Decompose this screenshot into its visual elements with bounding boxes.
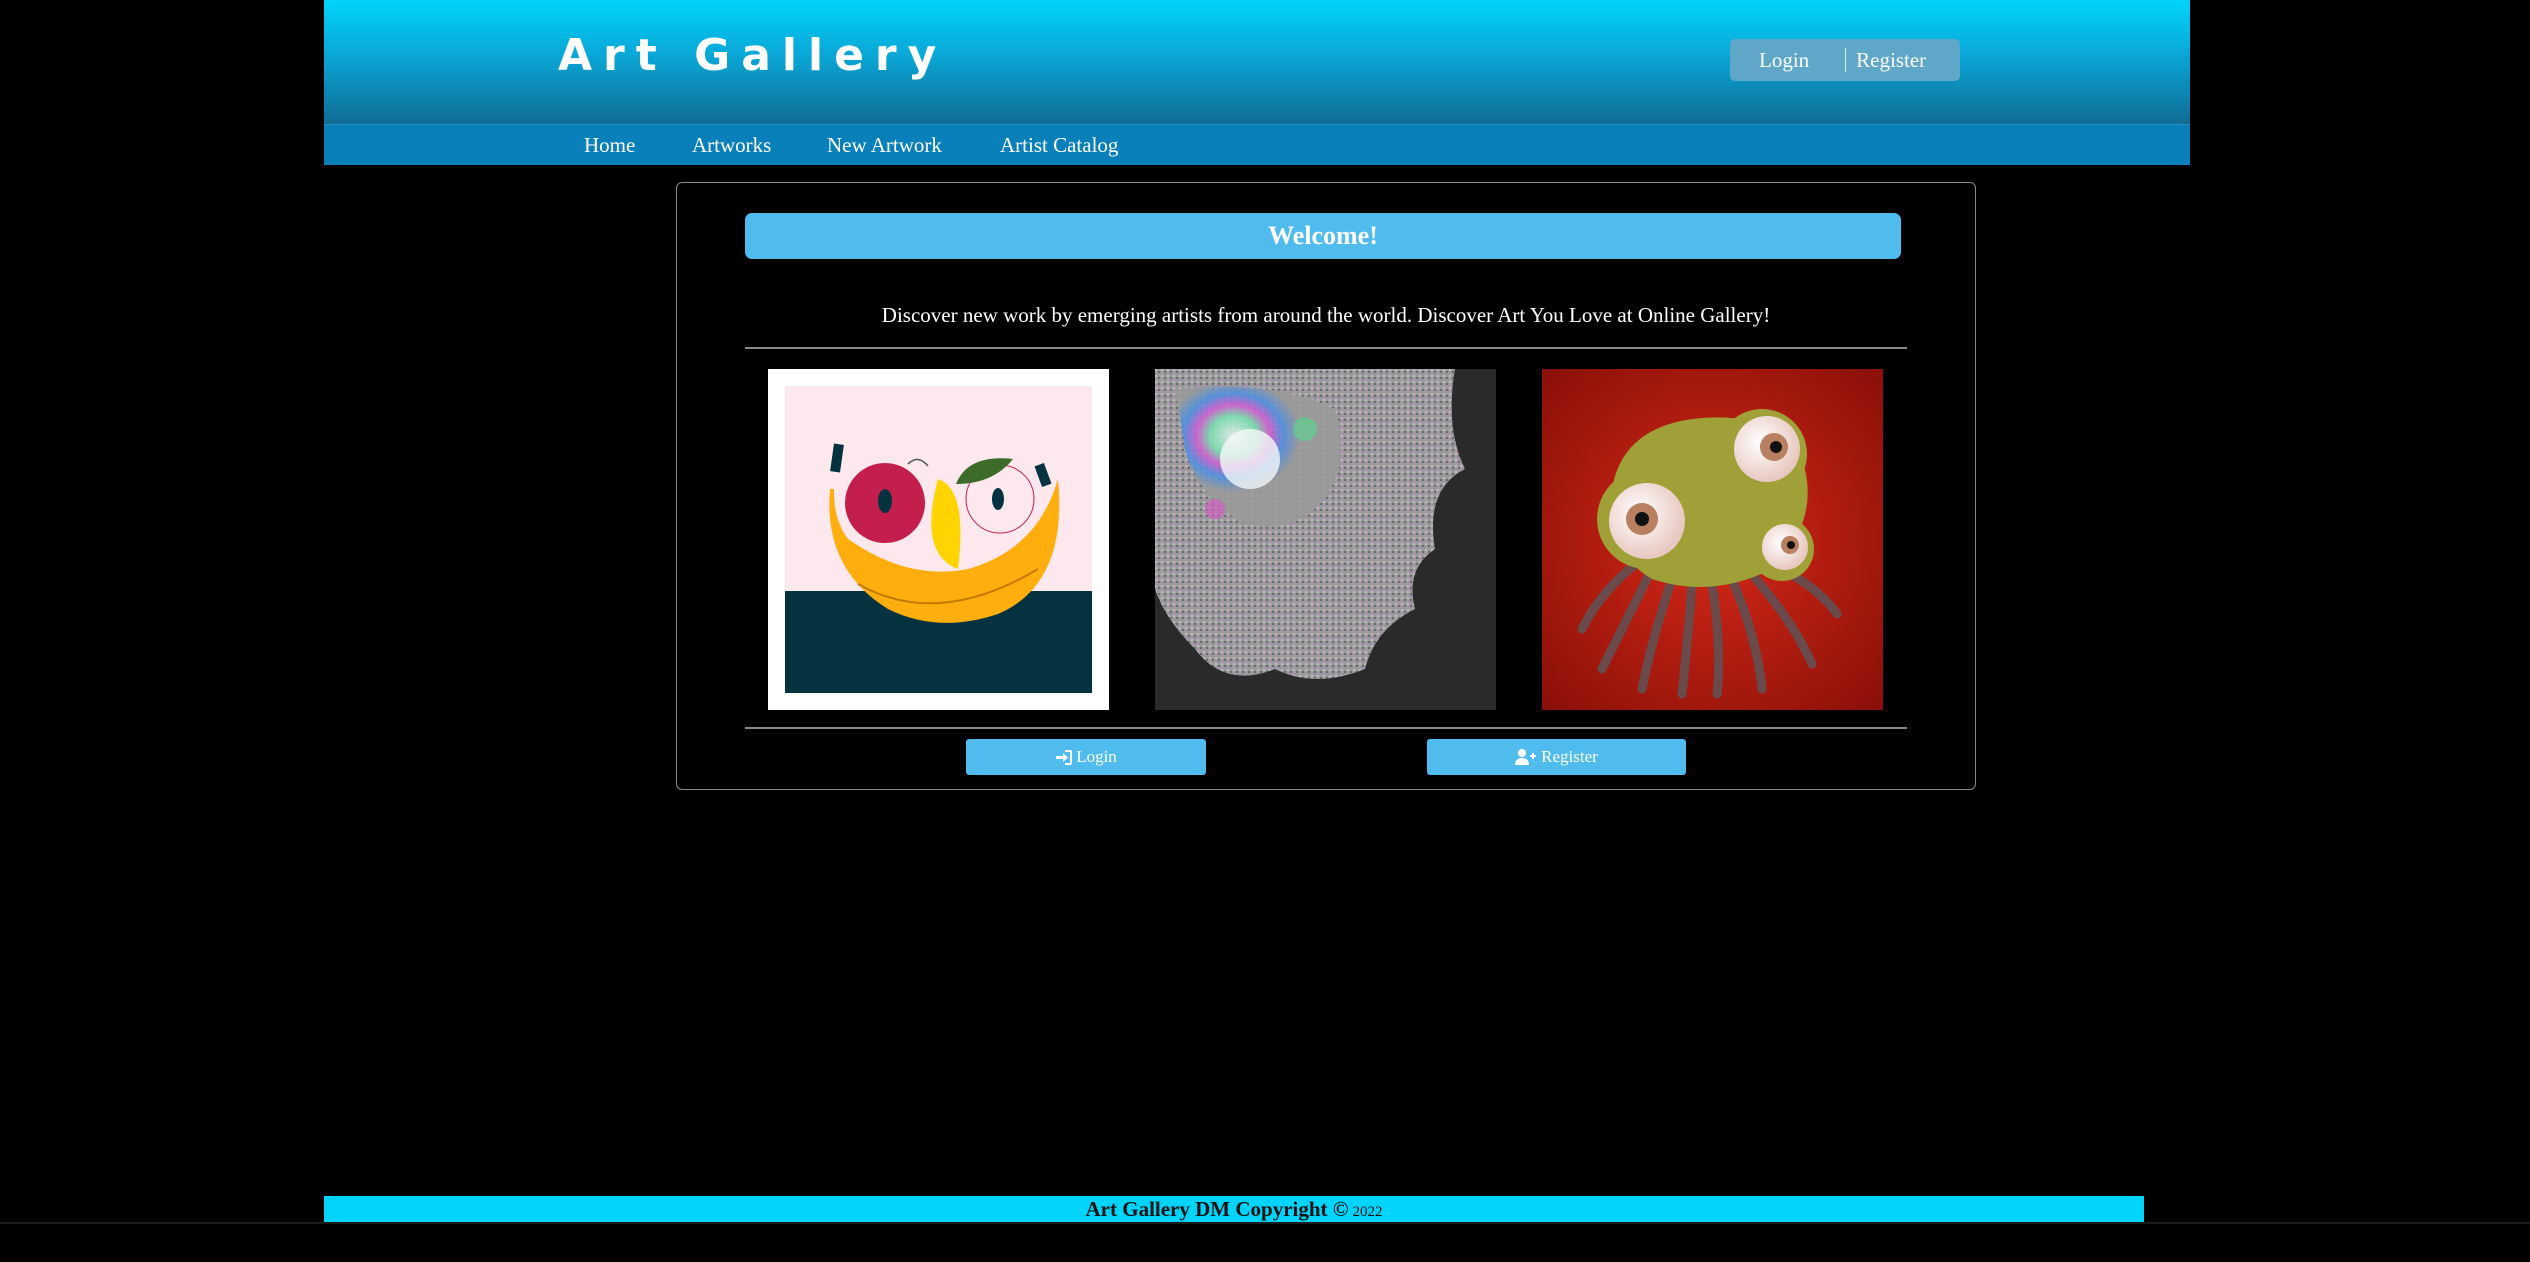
nav-home[interactable]: Home	[584, 133, 635, 158]
nav-artist-catalog[interactable]: Artist Catalog	[1000, 133, 1118, 158]
fruit-bowl-painting-icon[interactable]	[768, 369, 1109, 710]
site-header: Art Gallery Login Register	[324, 0, 2190, 125]
sign-in-icon	[1056, 749, 1073, 765]
main-nav: Home Artworks New Artwork Artist Catalog	[324, 125, 2190, 165]
register-button[interactable]: Register	[1427, 739, 1686, 775]
header-login-link[interactable]: Login	[1759, 48, 1809, 73]
eyeball-creature-painting-icon[interactable]	[1542, 369, 1883, 710]
divider-top	[745, 347, 1907, 349]
page-bottom-border	[0, 1222, 2530, 1224]
header-register-link[interactable]: Register	[1856, 48, 1926, 73]
auth-box: Login Register	[1730, 39, 1960, 81]
nav-new-artwork[interactable]: New Artwork	[827, 133, 942, 158]
auth-divider	[1845, 48, 1847, 72]
site-footer: Art Gallery DM Copyright © 2022	[324, 1196, 2144, 1222]
footer-year: 2022	[1352, 1204, 1383, 1220]
tagline: Discover new work by emerging artists fr…	[881, 303, 1771, 327]
fractal-art-icon[interactable]	[1155, 369, 1496, 710]
welcome-panel: Welcome! Discover new work by emerging a…	[676, 182, 1976, 790]
user-plus-icon	[1515, 749, 1537, 765]
login-button-label: Login	[1076, 747, 1117, 766]
divider-bottom	[745, 727, 1907, 729]
register-button-label: Register	[1541, 747, 1598, 766]
welcome-banner: Welcome!	[745, 213, 1901, 259]
site-title: Art Gallery	[558, 30, 948, 81]
nav-artworks[interactable]: Artworks	[692, 133, 771, 158]
login-button[interactable]: Login	[966, 739, 1206, 775]
footer-copyright: Art Gallery DM Copyright ©	[1085, 1197, 1349, 1221]
